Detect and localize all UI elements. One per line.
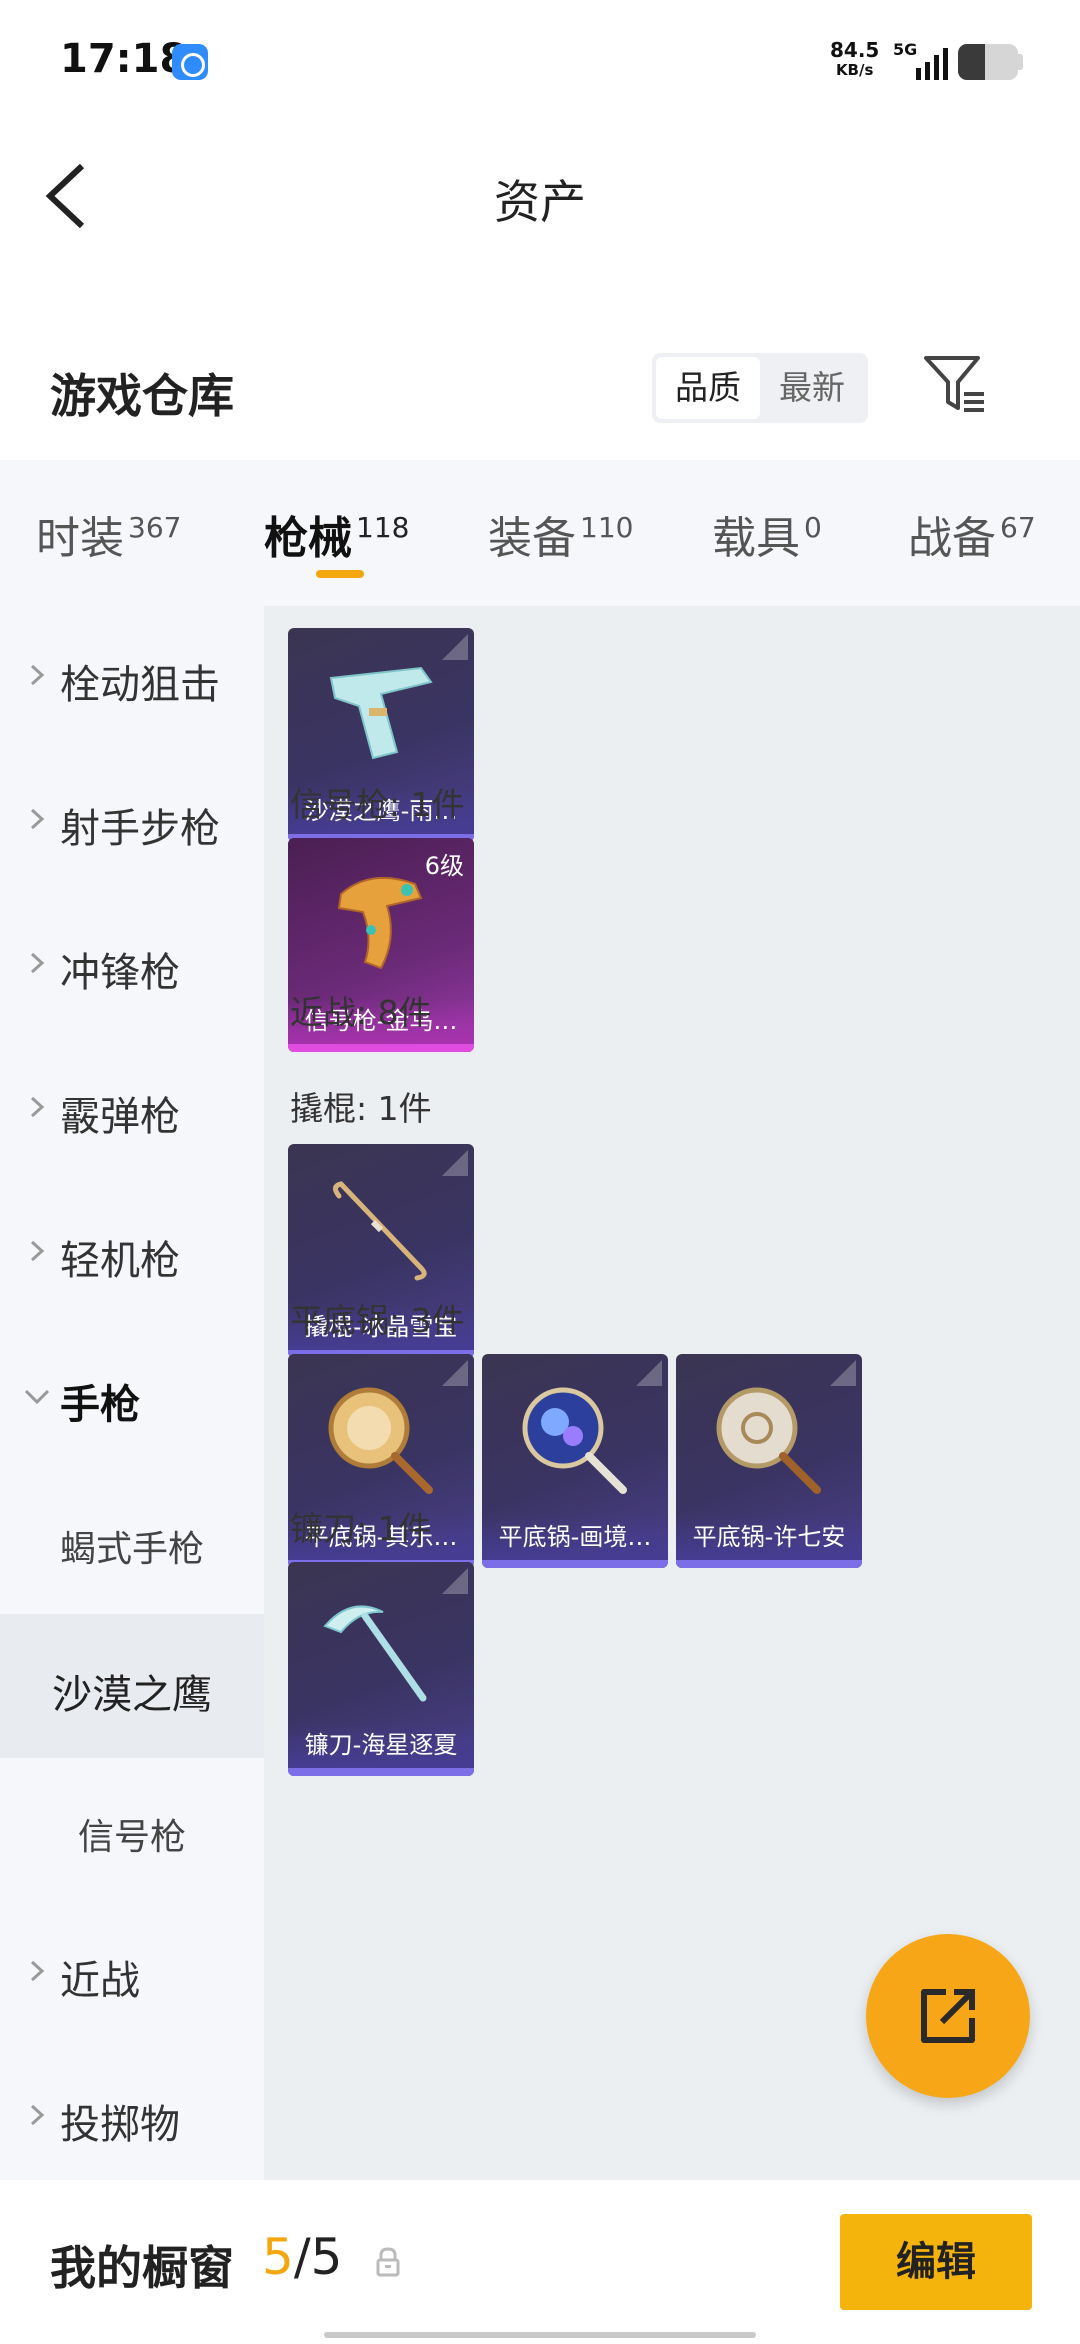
page-title: 资产 bbox=[494, 175, 586, 229]
tab-label: 枪械 bbox=[264, 513, 352, 564]
sidebar-subitem-desert-eagle[interactable]: 沙漠之鹰 bbox=[0, 1614, 264, 1758]
sickle-icon bbox=[323, 1605, 427, 1702]
sidebar-item-throwables[interactable]: 投掷物 bbox=[0, 2046, 264, 2190]
showcase-label: 我的橱窗 bbox=[50, 2241, 234, 2295]
item-card[interactable]: 平底锅-画境… bbox=[482, 1354, 668, 1568]
chevron-right-icon bbox=[30, 1960, 45, 1982]
filter-icon[interactable] bbox=[922, 352, 988, 418]
share-icon bbox=[921, 1989, 975, 2043]
signal-icon bbox=[916, 48, 948, 80]
showcase-total: /5 bbox=[293, 2228, 343, 2286]
pan-icon bbox=[716, 1387, 821, 1494]
sidebar-item-label: 射手步枪 bbox=[60, 806, 220, 852]
rarity-bar bbox=[288, 1044, 474, 1052]
home-indicator[interactable] bbox=[324, 2332, 756, 2338]
edit-button[interactable]: 编辑 bbox=[840, 2214, 1032, 2310]
chevron-right-icon bbox=[30, 2104, 45, 2126]
pan-icon bbox=[522, 1387, 627, 1494]
item-card[interactable]: 镰刀-海星逐夏 bbox=[288, 1562, 474, 1776]
app-notification-icon bbox=[172, 44, 208, 80]
group-header: 近战: 8件 bbox=[290, 993, 432, 1032]
tab-supplies[interactable]: 战备 67 bbox=[908, 502, 1036, 566]
sidebar-item-marksman-rifle[interactable]: 射手步枪 bbox=[0, 750, 264, 894]
pan-icon bbox=[328, 1387, 433, 1494]
pistol-icon bbox=[329, 666, 433, 760]
share-button[interactable] bbox=[866, 1934, 1030, 2098]
tab-label: 载具 bbox=[712, 513, 800, 564]
group-header: 平底锅: 3件 bbox=[290, 1301, 465, 1340]
chevron-right-icon bbox=[30, 952, 45, 974]
sidebar-item-bolt-sniper[interactable]: 栓动狙击 bbox=[0, 606, 264, 750]
network-type: 5G bbox=[893, 40, 918, 59]
sidebar-subitem-label: 信号枪 bbox=[77, 1817, 186, 1858]
tab-count: 110 bbox=[580, 511, 634, 544]
tab-equipment[interactable]: 装备 110 bbox=[488, 502, 633, 566]
sort-toggle: 品质 最新 bbox=[652, 353, 868, 423]
sidebar-subitem-label: 沙漠之鹰 bbox=[52, 1672, 212, 1718]
warehouse-title: 游戏仓库 bbox=[50, 369, 234, 423]
sidebar: 栓动狙击 射手步枪 冲锋枪 霰弹枪 轻机枪 手枪 蝎式手枪 沙漠之鹰 信号枪 近… bbox=[0, 606, 264, 2180]
tab-guns[interactable]: 枪械 118 bbox=[264, 502, 409, 566]
sidebar-item-label: 近战 bbox=[60, 1958, 140, 2004]
lock-icon bbox=[376, 2247, 400, 2277]
tab-label: 装备 bbox=[488, 513, 576, 564]
battery-icon bbox=[958, 44, 1018, 80]
showcase-current: 5 bbox=[262, 2228, 294, 2286]
sidebar-item-label: 霰弹枪 bbox=[60, 1094, 180, 1140]
crowbar-icon bbox=[333, 1181, 427, 1281]
sidebar-item-label: 栓动狙击 bbox=[60, 662, 220, 708]
item-card[interactable]: 平底锅-许七安 bbox=[676, 1354, 862, 1568]
sidebar-item-label: 投掷物 bbox=[60, 2102, 180, 2148]
sidebar-item-shotgun[interactable]: 霰弹枪 bbox=[0, 1038, 264, 1182]
sidebar-item-label: 冲锋枪 bbox=[60, 950, 180, 996]
showcase-count: 5/5 bbox=[262, 2228, 342, 2286]
tab-label: 时装 bbox=[36, 513, 124, 564]
sidebar-item-pistol[interactable]: 手枪 bbox=[0, 1326, 264, 1470]
network-speed-unit: KB/s bbox=[835, 61, 874, 79]
tab-label: 战备 bbox=[908, 513, 996, 564]
group-header: 镰刀: 1件 bbox=[290, 1509, 432, 1548]
sidebar-subitem-flare-gun[interactable]: 信号枪 bbox=[0, 1758, 264, 1902]
chevron-down-icon bbox=[24, 1389, 50, 1405]
tab-fashion[interactable]: 时装 367 bbox=[36, 502, 181, 566]
sidebar-subitem-label: 蝎式手枪 bbox=[59, 1529, 204, 1570]
sort-newest-button[interactable]: 最新 bbox=[760, 357, 864, 419]
status-time: 17:18 bbox=[60, 36, 188, 82]
rarity-bar bbox=[482, 1560, 668, 1568]
group-header: 信号枪: 1件 bbox=[290, 785, 465, 824]
rarity-bar bbox=[676, 1560, 862, 1568]
status-bar: 17:18 84.5 KB/s 5G bbox=[0, 0, 1080, 120]
bottom-bar: 我的橱窗 5/5 编辑 bbox=[0, 2180, 1080, 2344]
rarity-bar bbox=[288, 1768, 474, 1776]
tab-count: 118 bbox=[356, 511, 410, 544]
sort-quality-button[interactable]: 品质 bbox=[656, 357, 760, 419]
active-tab-indicator bbox=[316, 570, 364, 578]
group-header: 撬棍: 1件 bbox=[290, 1089, 432, 1128]
sidebar-item-lmg[interactable]: 轻机枪 bbox=[0, 1182, 264, 1326]
chevron-right-icon bbox=[30, 1096, 45, 1118]
network-speed: 84.5 KB/s bbox=[830, 40, 879, 80]
battery-cap bbox=[1018, 54, 1023, 70]
sidebar-item-label: 轻机枪 bbox=[60, 1238, 180, 1284]
chevron-right-icon bbox=[30, 808, 45, 830]
category-tabs: 时装 367 枪械 118 装备 110 载具 0 战备 67 bbox=[0, 460, 1080, 606]
chevron-right-icon bbox=[30, 664, 45, 686]
sidebar-subitem-scorpion[interactable]: 蝎式手枪 bbox=[0, 1470, 264, 1614]
chevron-right-icon bbox=[30, 1240, 45, 1262]
sidebar-item-melee[interactable]: 近战 bbox=[0, 1902, 264, 2046]
sidebar-item-smg[interactable]: 冲锋枪 bbox=[0, 894, 264, 1038]
sidebar-item-label: 手枪 bbox=[60, 1382, 140, 1428]
tab-count: 367 bbox=[128, 511, 182, 544]
item-name: 平底锅-许七安 bbox=[676, 1514, 862, 1560]
item-name: 镰刀-海星逐夏 bbox=[288, 1722, 474, 1768]
tab-count: 67 bbox=[1000, 511, 1036, 544]
item-name: 平底锅-画境… bbox=[482, 1514, 668, 1560]
flare-gun-icon bbox=[337, 876, 423, 970]
network-speed-value: 84.5 bbox=[830, 38, 880, 62]
tab-count: 0 bbox=[804, 511, 822, 544]
tab-vehicles[interactable]: 载具 0 bbox=[712, 502, 822, 566]
